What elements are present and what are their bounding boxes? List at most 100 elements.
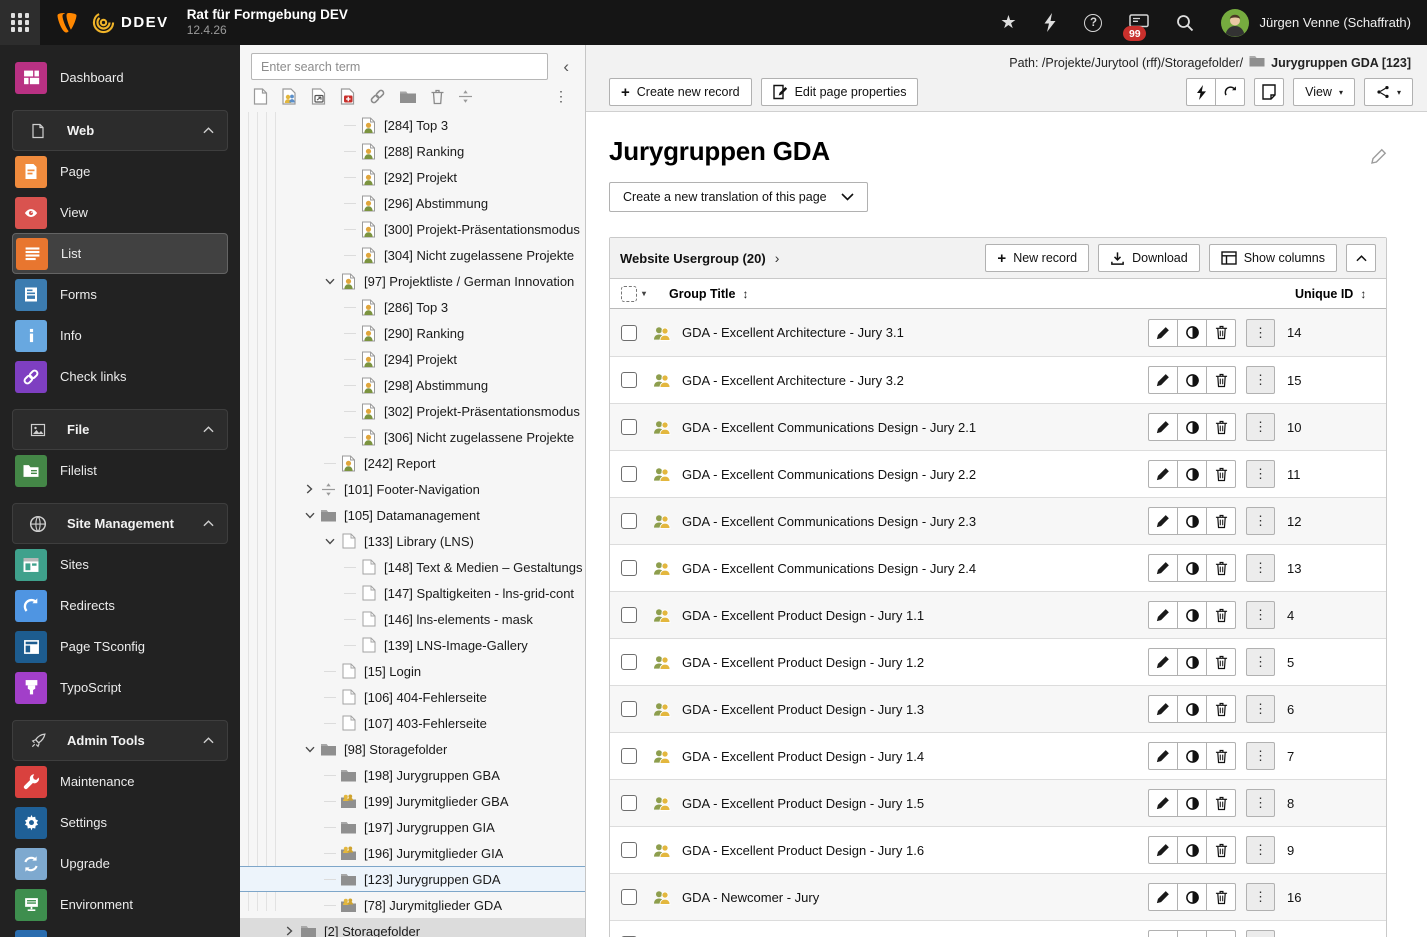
delete-record-button[interactable] [1206, 554, 1236, 582]
record-title[interactable]: GDA - Excellent Communications Design - … [682, 514, 1148, 529]
chevron-up-icon[interactable] [203, 426, 214, 433]
edit-record-button[interactable] [1148, 695, 1178, 723]
sidebar-section-file[interactable]: File [12, 409, 228, 450]
delete-record-button[interactable] [1206, 836, 1236, 864]
record-title[interactable]: GDA - Excellent Communications Design - … [682, 420, 1148, 435]
user-menu-button[interactable]: Jürgen Venne (Schaffrath) [1221, 8, 1411, 37]
edit-record-button[interactable] [1148, 366, 1178, 394]
more-actions-button[interactable]: ⋮ [1246, 460, 1275, 488]
more-actions-button[interactable]: ⋮ [1246, 318, 1275, 347]
toggle-visibility-button[interactable] [1177, 930, 1207, 937]
sidebar-item-list[interactable]: List [12, 233, 228, 274]
tree-item[interactable]: [97] Projektliste / German Innovation [240, 268, 585, 294]
toggle-visibility-button[interactable] [1177, 695, 1207, 723]
tree-item[interactable]: [148] Text & Medien – Gestaltungs [240, 554, 585, 580]
tree-item[interactable]: [98] Storagefolder [240, 736, 585, 762]
tree-item[interactable]: [139] LNS-Image-Gallery [240, 632, 585, 658]
tree-item[interactable]: [300] Projekt-Präsentationsmodus [240, 216, 585, 242]
tree-chevron-right-icon[interactable] [302, 482, 317, 497]
tree-chevron-down-icon[interactable] [302, 508, 317, 523]
tree-item[interactable]: [147] Spaltigkeiten - lns-grid-cont [240, 580, 585, 606]
delete-record-button[interactable] [1206, 648, 1236, 676]
record-title[interactable]: GDA - Excellent Communications Design - … [682, 561, 1148, 576]
tree-item[interactable]: [101] Footer-Navigation [240, 476, 585, 502]
edit-record-button[interactable] [1148, 789, 1178, 817]
sidebar-item-page[interactable]: Page [0, 151, 240, 192]
tree-item[interactable]: [242] Report [240, 450, 585, 476]
download-button[interactable]: Download [1098, 244, 1200, 272]
sidebar-item-check-links[interactable]: Check links [0, 356, 240, 397]
row-checkbox[interactable] [621, 889, 637, 905]
tree-item[interactable]: [290] Ranking [240, 320, 585, 346]
new-external-url-page-icon[interactable] [340, 88, 356, 105]
record-title[interactable]: GDA - Newcomer - Jury [682, 890, 1148, 905]
row-checkbox[interactable] [621, 324, 637, 341]
notes-button[interactable] [1254, 78, 1285, 106]
clear-cache-button[interactable] [1043, 13, 1057, 32]
help-button[interactable]: ? [1084, 13, 1103, 32]
system-information-button[interactable]: 99 [1123, 14, 1150, 41]
sidebar-section-site-management[interactable]: Site Management [12, 503, 228, 544]
record-title[interactable]: GDA - Excellent Product Design - Jury 1.… [682, 749, 1148, 764]
tree-item[interactable]: [123] Jurygruppen GDA [240, 866, 585, 892]
chevron-up-icon[interactable] [203, 737, 214, 744]
edit-record-button[interactable] [1148, 930, 1178, 937]
toggle-visibility-button[interactable] [1177, 460, 1207, 488]
new-spacer-icon[interactable] [458, 89, 473, 104]
record-title[interactable]: GDA - Excellent Product Design - Jury 1.… [682, 843, 1148, 858]
collapse-tree-icon[interactable]: ‹ [557, 58, 575, 75]
more-actions-button[interactable]: ⋮ [1246, 554, 1275, 582]
toggle-visibility-button[interactable] [1177, 554, 1207, 582]
row-checkbox[interactable] [621, 419, 637, 435]
sort-icon[interactable]: ↕ [1360, 287, 1366, 301]
more-actions-button[interactable]: ⋮ [1246, 695, 1275, 723]
record-title[interactable]: GDA - Excellent Product Design - Jury 1.… [682, 702, 1148, 717]
typo3-logo-icon[interactable] [54, 10, 80, 36]
tree-item[interactable]: [196] Jurymitglieder GIA [240, 840, 585, 866]
edit-title-pencil-icon[interactable] [1371, 148, 1387, 167]
delete-record-button[interactable] [1206, 742, 1236, 770]
tree-item[interactable]: [198] Jurygruppen GBA [240, 762, 585, 788]
more-actions-button[interactable]: ⋮ [1246, 413, 1275, 441]
row-checkbox[interactable] [621, 654, 637, 670]
row-checkbox[interactable] [621, 701, 637, 717]
sidebar-item-filelist[interactable]: Filelist [0, 450, 240, 491]
sidebar-item-redirects[interactable]: Redirects [0, 585, 240, 626]
table-title-link[interactable]: Website Usergroup (20) › [620, 250, 779, 266]
selection-caret-icon[interactable]: ▾ [642, 289, 646, 298]
sort-icon[interactable]: ↕ [742, 287, 748, 301]
row-checkbox[interactable] [621, 842, 637, 858]
sidebar-item-sites[interactable]: Sites [0, 544, 240, 585]
chevron-up-icon[interactable] [203, 520, 214, 527]
create-new-record-button[interactable]: + Create new record [609, 78, 752, 106]
toggle-visibility-button[interactable] [1177, 883, 1207, 911]
delete-record-button[interactable] [1206, 318, 1236, 347]
toggle-visibility-button[interactable] [1177, 366, 1207, 394]
record-title[interactable]: GDA - Excellent Communications Design - … [682, 467, 1148, 482]
tree-item[interactable]: [2] Storagefolder [240, 918, 585, 937]
tree-search-input[interactable] [251, 53, 549, 80]
more-actions-button[interactable]: ⋮ [1246, 883, 1275, 911]
delete-record-button[interactable] [1206, 601, 1236, 629]
toggle-visibility-button[interactable] [1177, 742, 1207, 770]
bookmarks-button[interactable]: ★ [1000, 12, 1016, 33]
edit-record-button[interactable] [1148, 836, 1178, 864]
new-shortcut-page-icon[interactable] [311, 88, 327, 105]
tree-chevron-down-icon[interactable] [322, 534, 337, 549]
collapse-panel-button[interactable] [1346, 244, 1376, 272]
reload-button[interactable] [1215, 78, 1246, 106]
sidebar-item-forms[interactable]: Forms [0, 274, 240, 315]
edit-record-button[interactable] [1148, 460, 1178, 488]
new-page-icon[interactable] [253, 88, 268, 105]
chevron-up-icon[interactable] [203, 127, 214, 134]
tree-item[interactable]: [294] Projekt [240, 346, 585, 372]
more-actions-button[interactable]: ⋮ [1246, 930, 1275, 937]
sidebar-item-environment[interactable]: Environment [0, 884, 240, 925]
toggle-visibility-button[interactable] [1177, 789, 1207, 817]
more-actions-button[interactable]: ⋮ [1246, 648, 1275, 676]
record-title[interactable]: GDA - Excellent Architecture - Jury 3.1 [682, 325, 1148, 340]
clear-page-cache-button[interactable] [1186, 78, 1217, 106]
tree-item[interactable]: [197] Jurygruppen GIA [240, 814, 585, 840]
toggle-visibility-button[interactable] [1177, 318, 1207, 347]
delete-record-button[interactable] [1206, 930, 1236, 937]
